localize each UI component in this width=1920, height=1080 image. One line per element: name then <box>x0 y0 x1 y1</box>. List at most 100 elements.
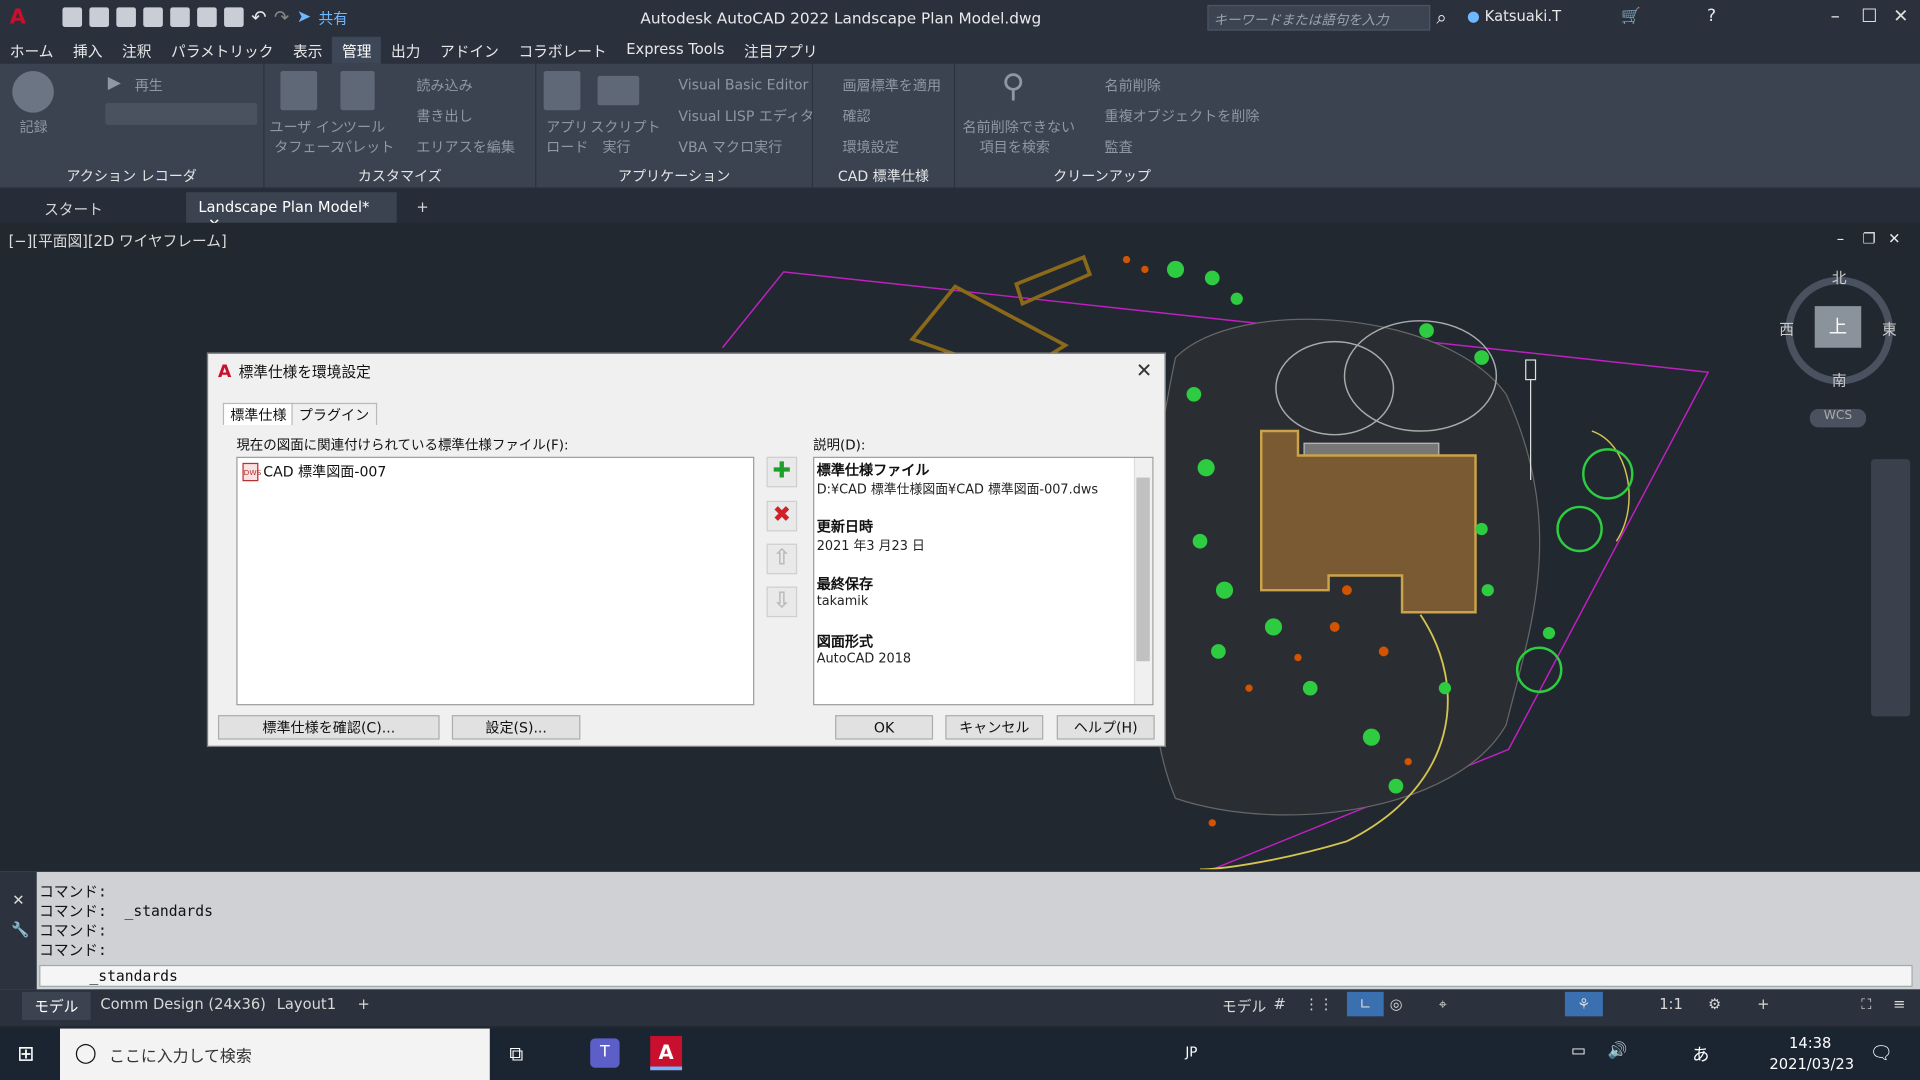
record-icon[interactable] <box>12 71 54 113</box>
polar-icon[interactable]: ◎ <box>1378 992 1415 1016</box>
tab-home[interactable]: ホーム <box>0 37 63 64</box>
ok-button[interactable]: OK <box>835 715 934 740</box>
load-app-icon[interactable] <box>543 71 581 111</box>
load-app-label-2[interactable]: ロード <box>546 137 588 157</box>
taskbar-search-input[interactable]: ◯ ここに入力して検索 <box>60 1028 490 1080</box>
settings-button[interactable]: 設定(S)... <box>451 715 581 740</box>
audit-button[interactable]: 監査 <box>1104 137 1132 157</box>
compass-south[interactable]: 南 <box>1832 370 1847 391</box>
list-item[interactable]: DWS CAD 標準図面-007 <box>242 462 386 482</box>
share-icon[interactable]: ➤ <box>297 7 311 27</box>
move-down-button[interactable]: ⇩ <box>766 586 798 618</box>
share-label[interactable]: 共有 <box>318 7 347 28</box>
panel-title-action-recorder[interactable]: アクション レコーダ <box>0 167 263 187</box>
command-line-handle[interactable]: ✕ 🔧 <box>0 871 37 990</box>
tab-landscape-plan[interactable]: Landscape Plan Model* ✕ <box>186 192 397 233</box>
gear-icon[interactable]: ⚙ <box>1696 992 1734 1016</box>
cancel-button[interactable]: キャンセル <box>945 715 1044 740</box>
tab-output[interactable]: 出力 <box>381 37 430 64</box>
minimize-icon[interactable]: – <box>1831 5 1840 27</box>
save-as-icon[interactable] <box>143 7 164 27</box>
tool-palette-icon[interactable] <box>340 71 375 111</box>
standards-file-list[interactable]: DWS CAD 標準図面-007 <box>236 456 755 706</box>
tool-palette-label-1[interactable]: ツール <box>343 118 385 138</box>
add-standards-button[interactable]: ✚ <box>766 456 798 488</box>
volume-icon[interactable]: 🔊 <box>1608 1042 1628 1060</box>
search-icon[interactable]: ⌕ <box>1436 6 1446 28</box>
vbe-button[interactable]: Visual Basic Editor <box>678 76 808 93</box>
record-label[interactable]: 記録 <box>20 118 48 138</box>
wrench-icon[interactable]: 🔧 <box>11 921 29 938</box>
find-non-purgeable-label-2[interactable]: 項目を検索 <box>980 137 1050 157</box>
remove-standards-button[interactable]: ✖ <box>766 500 798 532</box>
viewport-close-icon[interactable]: ✕ <box>1888 230 1900 247</box>
menu-icon[interactable]: ≡ <box>1881 992 1918 1016</box>
annotation-icon[interactable]: ⚘ <box>1564 991 1603 1017</box>
autocad-logo-icon[interactable]: A <box>10 5 26 29</box>
play-label[interactable]: 再生 <box>135 76 163 96</box>
macro-dropdown[interactable] <box>105 102 258 125</box>
configure-button[interactable]: 環境設定 <box>842 137 898 157</box>
compass-north[interactable]: 北 <box>1832 267 1847 288</box>
cui-icon[interactable] <box>280 71 318 111</box>
run-script-label-1[interactable]: スクリプト <box>590 118 660 138</box>
find-non-purgeable-label-1[interactable]: 名前削除できない <box>962 118 1075 138</box>
tab-annotate[interactable]: 注釈 <box>112 37 161 64</box>
search-input[interactable]: キーワードまたは語句を入力 <box>1207 4 1431 31</box>
maximize-icon[interactable]: ☐ <box>1861 5 1877 27</box>
open-icon[interactable] <box>89 7 110 27</box>
new-tab-button[interactable]: + <box>404 192 441 223</box>
run-script-icon[interactable] <box>597 75 640 106</box>
osnap-icon[interactable]: ⌖ <box>1427 992 1460 1018</box>
ui-label-2[interactable]: タフェース <box>274 137 344 157</box>
close-icon[interactable]: ✕ <box>12 891 24 908</box>
notification-icon[interactable]: 🗨 <box>1870 1042 1893 1064</box>
broom-icon[interactable]: ⚲ <box>1002 69 1025 106</box>
compass-west[interactable]: 西 <box>1779 318 1794 339</box>
panel-title-applications[interactable]: アプリケーション <box>536 167 812 187</box>
apply-layer-standards-button[interactable]: 画層標準を適用 <box>842 76 941 96</box>
viewport-restore-icon[interactable]: ❐ <box>1862 230 1875 247</box>
purge-button[interactable]: 名前削除 <box>1104 76 1160 96</box>
viewport-minimize-icon[interactable]: – <box>1837 230 1844 247</box>
tab-express-tools[interactable]: Express Tools <box>616 37 734 64</box>
wcs-menu[interactable]: WCS <box>1809 408 1867 428</box>
teams-icon[interactable]: T <box>590 1038 620 1068</box>
fullscreen-icon[interactable]: ⛶ <box>1849 992 1884 1018</box>
save-web-icon[interactable] <box>197 7 217 27</box>
tab-parametric[interactable]: パラメトリック <box>161 37 283 64</box>
annotation-scale[interactable]: 1:1 <box>1647 992 1695 1016</box>
ui-label-1[interactable]: ユーザ イン <box>269 118 344 138</box>
cart-icon[interactable]: 🛒 <box>1621 7 1641 25</box>
redo-icon[interactable]: ↷ <box>274 6 289 28</box>
ime-indicator[interactable]: あ <box>1692 1042 1709 1066</box>
command-input[interactable]: _standards <box>39 964 1913 987</box>
tab-model[interactable]: モデル <box>22 991 91 1021</box>
overkill-button[interactable]: 重複オブジェクトを削除 <box>1104 107 1259 127</box>
dialog-close-icon[interactable]: ✕ <box>1136 359 1152 382</box>
task-view-icon[interactable]: ⧉ <box>509 1042 523 1066</box>
load-app-label-1[interactable]: アプリ <box>546 118 588 138</box>
tab-collaborate[interactable]: コラボレート <box>509 37 617 64</box>
add-layout-icon[interactable]: + <box>345 992 382 1016</box>
snap-icon[interactable]: ⋮⋮ <box>1292 992 1346 1016</box>
print-icon[interactable] <box>224 7 244 27</box>
import-button[interactable]: 読み込み <box>416 76 472 96</box>
close-icon[interactable]: ✕ <box>1893 5 1908 27</box>
save-icon[interactable] <box>116 7 137 27</box>
open-web-icon[interactable] <box>170 7 191 27</box>
export-button[interactable]: 書き出し <box>416 107 472 127</box>
viewcube-top[interactable]: 上 <box>1814 306 1862 348</box>
tab-featured-apps[interactable]: 注目アプリ <box>734 37 827 64</box>
autocad-taskbar-icon[interactable]: A <box>650 1035 683 1071</box>
tab-addins[interactable]: アドイン <box>430 37 508 64</box>
tool-palette-label-2[interactable]: パレット <box>338 137 394 157</box>
undo-icon[interactable]: ↶ <box>251 6 266 28</box>
tab-comm-design[interactable]: Comm Design (24x36) <box>88 992 278 1016</box>
help-icon[interactable]: ? <box>1707 6 1716 26</box>
clock-date[interactable]: 2021/03/23 <box>1769 1056 1854 1073</box>
check-button[interactable]: 確認 <box>842 107 870 127</box>
scrollbar-thumb[interactable] <box>1136 477 1150 662</box>
new-icon[interactable] <box>62 7 83 27</box>
vlisp-button[interactable]: Visual LISP エディタ <box>678 107 814 127</box>
